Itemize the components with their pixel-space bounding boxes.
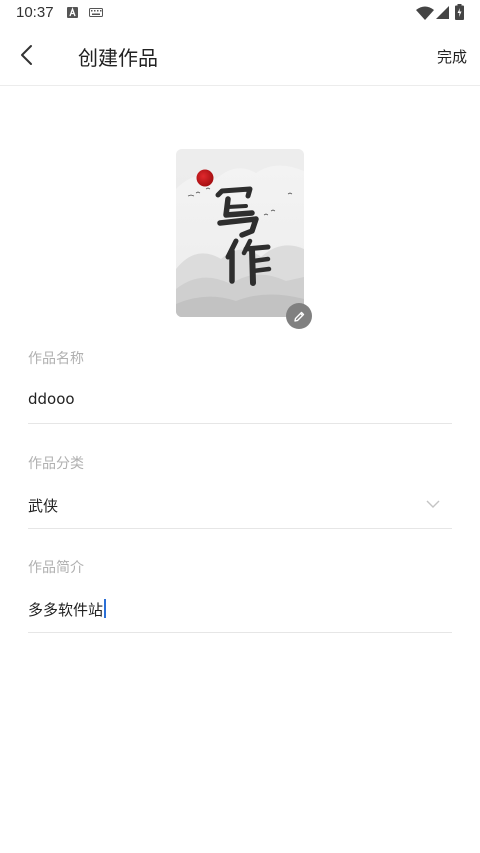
work-category-label: 作品分类 [28,456,84,472]
divider [28,423,452,424]
keyboard-icon [89,8,103,17]
pencil-icon [293,311,304,322]
divider [28,528,452,529]
status-bar: 10:37 [0,0,480,26]
cover-image[interactable] [176,149,304,317]
work-category-field[interactable]: 作品分类 武侠 [28,453,452,533]
work-intro-label: 作品简介 [28,560,84,576]
back-button[interactable] [10,38,44,72]
work-intro-input[interactable]: 多多软件站 [28,599,107,620]
page-title: 创建作品 [78,46,158,70]
work-name-label: 作品名称 [28,351,84,367]
cell-signal-icon [436,6,449,19]
battery-icon [455,4,464,20]
chevron-left-icon [21,45,32,65]
red-sun [196,169,214,187]
work-intro-text: 多多软件站 [28,601,104,619]
chevron-down-icon[interactable] [426,500,440,508]
app-header: 创建作品 完成 [0,26,480,86]
cover-artwork [176,149,304,317]
edit-cover-button[interactable] [286,303,312,329]
wifi-icon [416,6,434,20]
text-cursor [104,599,107,618]
divider [28,632,452,633]
work-intro-field: 作品简介 多多软件站 [28,557,452,637]
done-button[interactable]: 完成 [437,46,467,67]
text-a-icon [67,7,78,18]
work-category-select[interactable]: 武侠 [28,495,58,516]
work-name-input[interactable]: ddooo [28,390,75,408]
work-name-field: 作品名称 ddooo [28,348,452,428]
status-time: 10:37 [16,4,54,21]
